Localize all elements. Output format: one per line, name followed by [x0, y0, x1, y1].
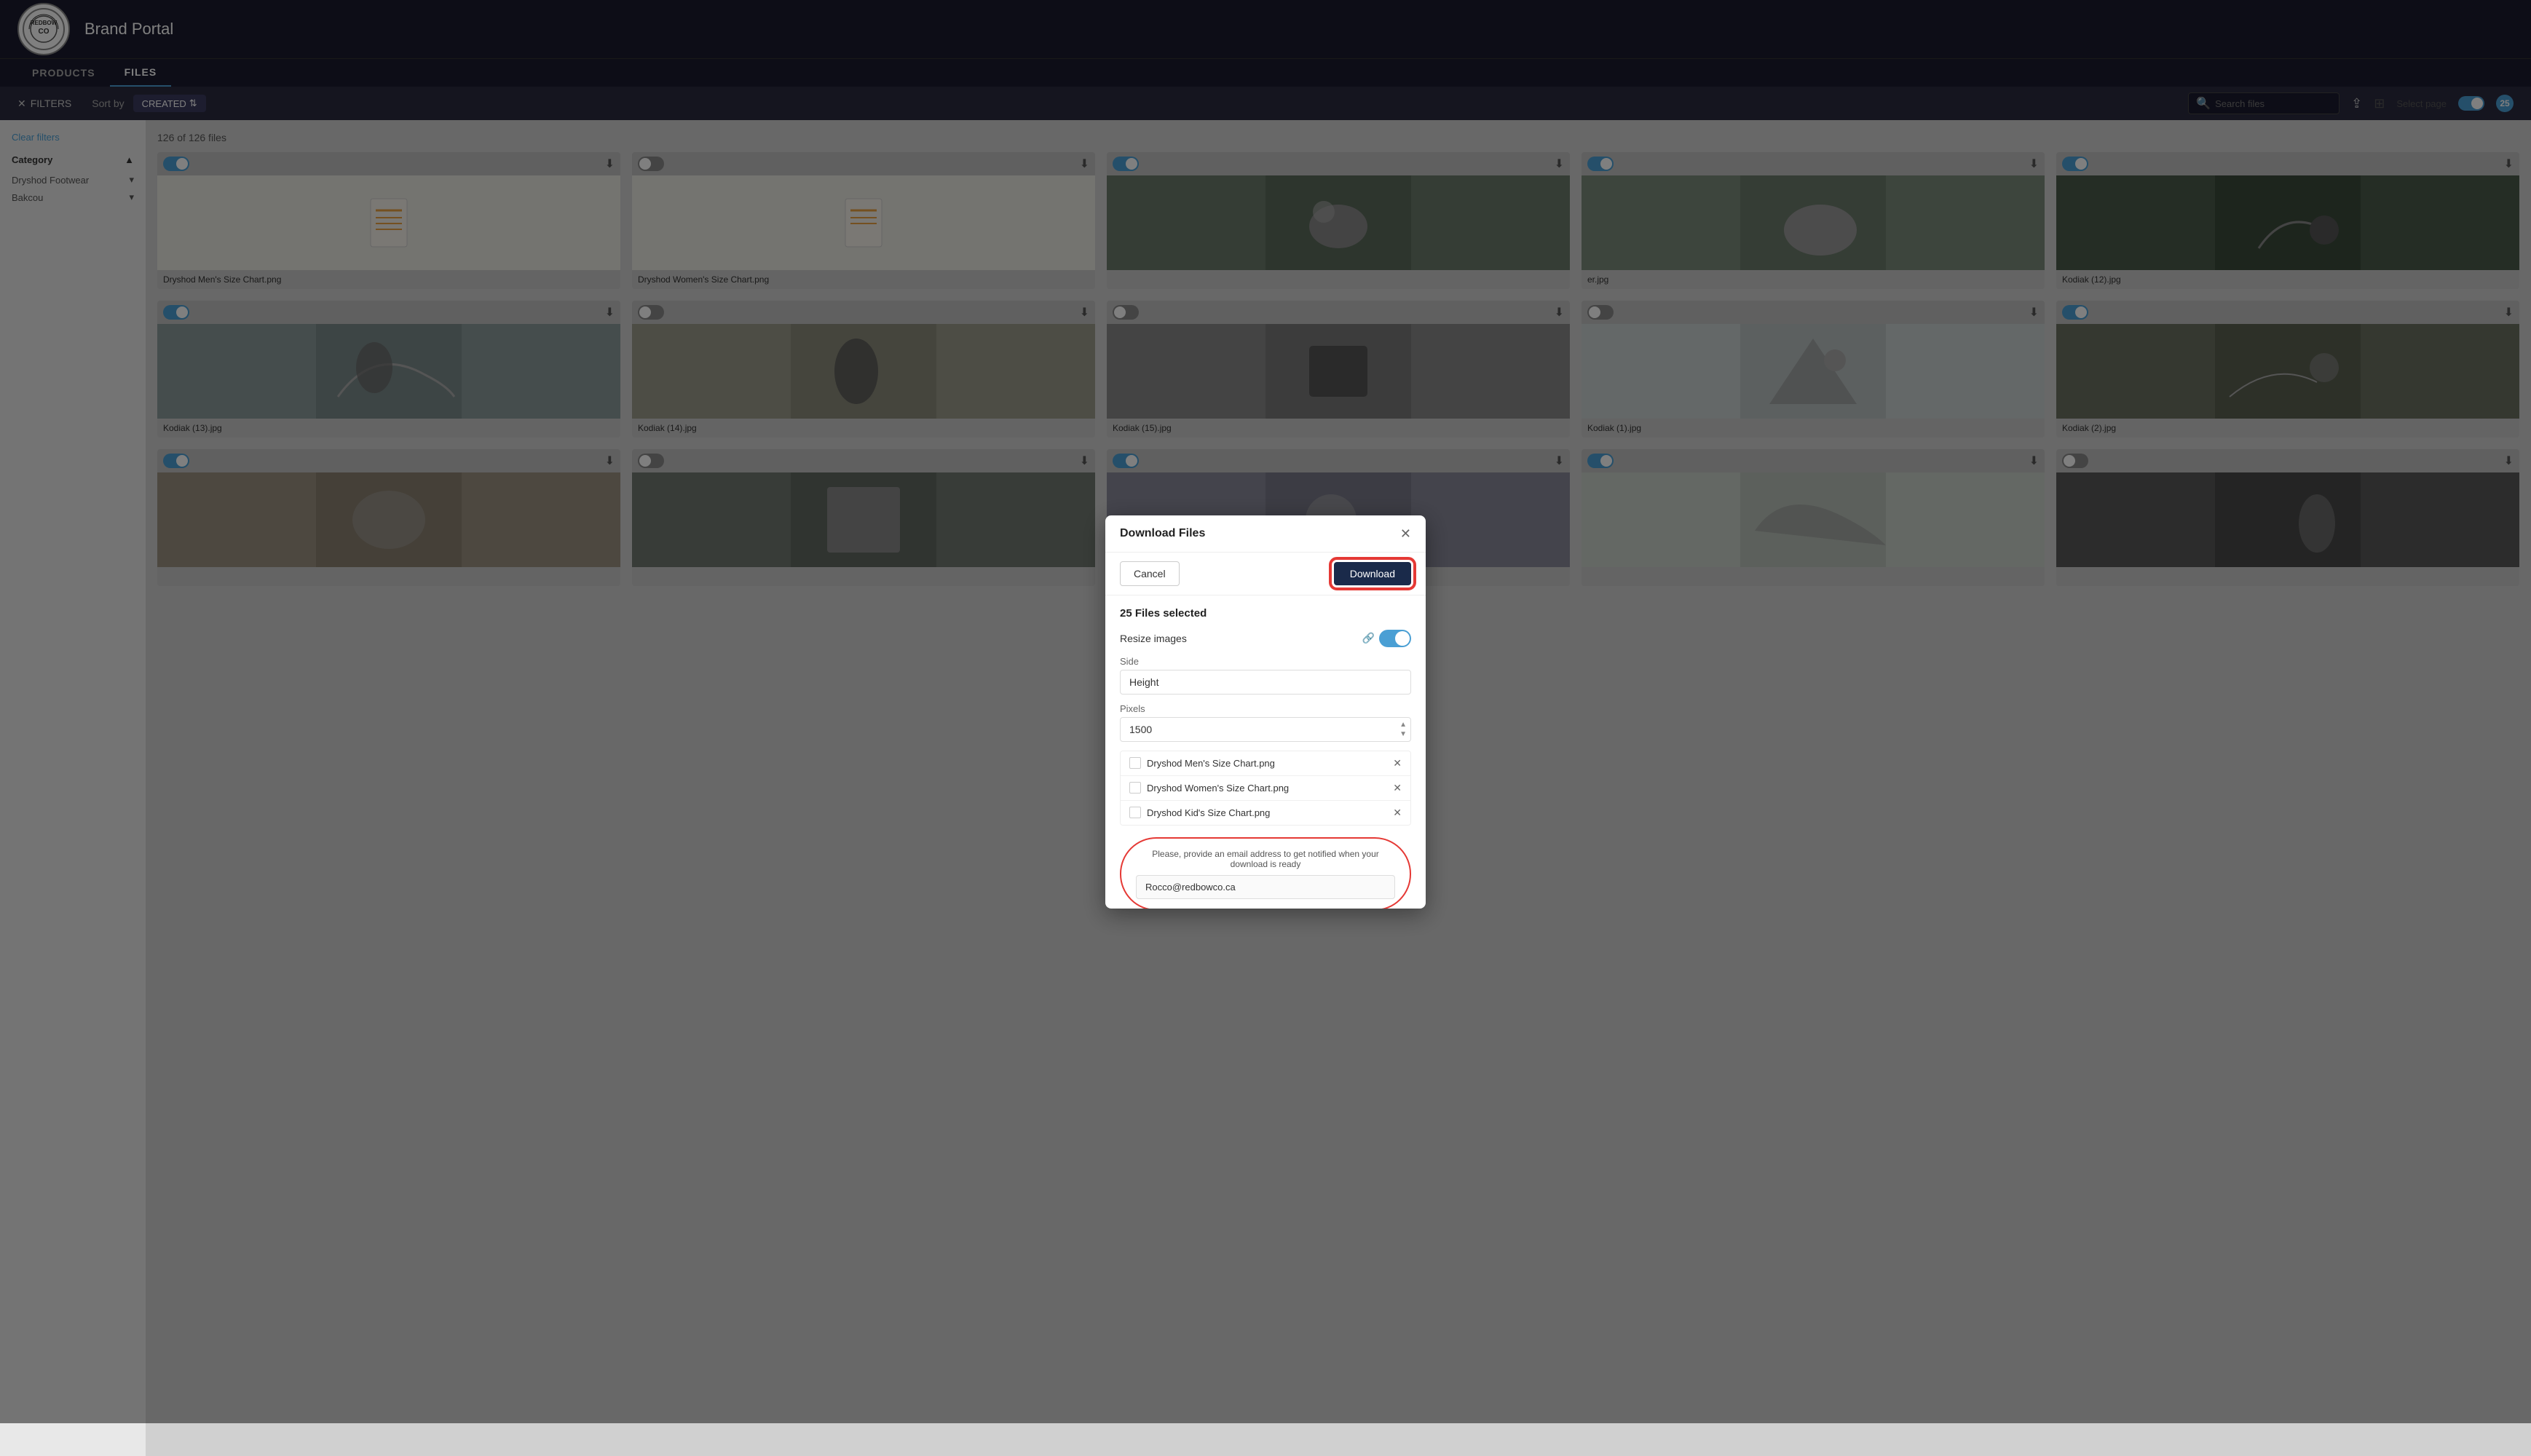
file-item-name: Dryshod Men's Size Chart.png — [1147, 758, 1387, 769]
pixels-input[interactable] — [1120, 717, 1411, 742]
list-item: Dryshod Women's Size Chart.png ✕ — [1121, 776, 1410, 801]
pixels-input-wrap: ▲ ▼ — [1120, 717, 1411, 742]
side-select[interactable]: Height Width — [1120, 670, 1411, 695]
file-item-remove-button[interactable]: ✕ — [1393, 807, 1402, 819]
resize-toggle-group: 🔗 — [1362, 630, 1411, 647]
modal-close-button[interactable]: ✕ — [1400, 527, 1411, 540]
cancel-button[interactable]: Cancel — [1120, 561, 1180, 586]
file-item-checkbox[interactable] — [1129, 782, 1141, 794]
file-item-remove-button[interactable]: ✕ — [1393, 757, 1402, 769]
resize-images-row: Resize images 🔗 — [1120, 630, 1411, 647]
modal-header: Download Files ✕ — [1105, 515, 1426, 553]
modal-title: Download Files — [1120, 527, 1205, 540]
email-notice: Please, provide an email address to get … — [1136, 849, 1395, 869]
pixels-spinners[interactable]: ▲ ▼ — [1399, 721, 1407, 738]
spinner-down-icon[interactable]: ▼ — [1399, 730, 1407, 738]
email-section: Please, provide an email address to get … — [1120, 837, 1411, 909]
modal-file-list: Dryshod Men's Size Chart.png ✕ Dryshod W… — [1120, 751, 1411, 826]
side-form-group: Side Height Width — [1120, 656, 1411, 695]
file-item-checkbox[interactable] — [1129, 807, 1141, 818]
resize-images-label: Resize images — [1120, 633, 1187, 644]
download-button[interactable]: Download — [1334, 562, 1411, 585]
email-input[interactable] — [1136, 875, 1395, 899]
list-item: Dryshod Kid's Size Chart.png ✕ — [1121, 801, 1410, 825]
side-label: Side — [1120, 656, 1411, 667]
resize-toggle[interactable] — [1379, 630, 1411, 647]
lock-icon: 🔗 — [1362, 632, 1375, 644]
file-item-name: Dryshod Kid's Size Chart.png — [1147, 807, 1387, 818]
pixels-label: Pixels — [1120, 703, 1411, 714]
list-item: Dryshod Men's Size Chart.png ✕ — [1121, 751, 1410, 776]
modal-body: 25 Files selected Resize images 🔗 Side H… — [1105, 596, 1426, 909]
download-files-modal: Download Files ✕ Cancel Download 25 File… — [1105, 515, 1426, 909]
spinner-up-icon[interactable]: ▲ — [1399, 721, 1407, 729]
files-selected-count: 25 Files selected — [1120, 607, 1411, 620]
file-item-remove-button[interactable]: ✕ — [1393, 782, 1402, 794]
pixels-form-group: Pixels ▲ ▼ — [1120, 703, 1411, 742]
file-item-checkbox[interactable] — [1129, 757, 1141, 769]
modal-actions: Cancel Download — [1105, 553, 1426, 596]
file-item-name: Dryshod Women's Size Chart.png — [1147, 783, 1387, 794]
modal-overlay[interactable]: Download Files ✕ Cancel Download 25 File… — [0, 0, 2531, 1423]
